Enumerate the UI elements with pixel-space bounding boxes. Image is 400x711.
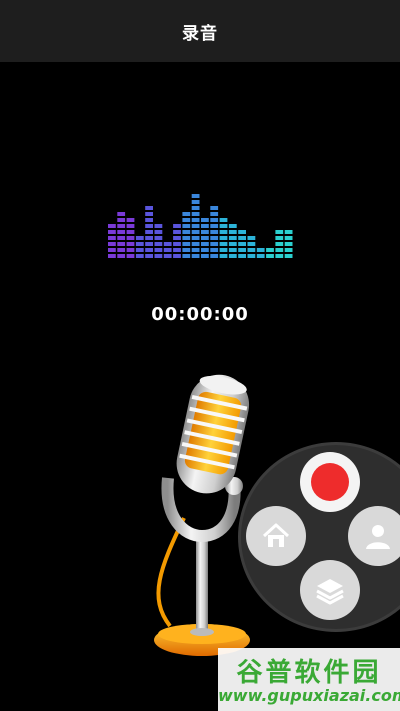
eq-bar — [256, 248, 265, 258]
recording-timer: 00:00:00 — [151, 304, 249, 325]
profile-button[interactable] — [348, 506, 400, 566]
eq-bar — [284, 230, 293, 258]
watermark: 谷普软件园 www.gupuxiazai.com — [218, 648, 400, 711]
home-icon — [262, 523, 290, 547]
eq-bar — [135, 236, 144, 258]
eq-bar — [275, 230, 284, 258]
eq-bar — [210, 206, 219, 258]
eq-bar — [247, 236, 256, 258]
eq-bar — [126, 218, 135, 258]
eq-bar — [173, 224, 181, 258]
eq-bar — [191, 194, 200, 258]
eq-bar — [145, 206, 153, 258]
eq-bar — [108, 224, 116, 258]
eq-bar — [266, 248, 274, 258]
eq-bar — [117, 212, 126, 258]
user-icon — [366, 525, 390, 549]
eq-bar — [219, 218, 228, 258]
record-icon — [311, 463, 349, 501]
audio-level-visualizer — [108, 194, 293, 258]
eq-bar — [201, 218, 209, 258]
eq-bar — [228, 224, 237, 258]
layers-icon — [316, 579, 344, 605]
record-button[interactable] — [300, 452, 360, 512]
watermark-brand: 谷普软件园 — [236, 658, 382, 688]
eq-bar — [182, 212, 191, 258]
home-button[interactable] — [246, 506, 306, 566]
radial-menu — [236, 442, 400, 632]
eq-bar — [238, 230, 246, 258]
watermark-url: www.gupuxiazai.com — [218, 686, 400, 705]
eq-bar — [154, 224, 163, 258]
title-bar: 录音 — [0, 0, 400, 62]
layers-button[interactable] — [300, 560, 360, 620]
page-title: 录音 — [182, 23, 218, 44]
eq-bar — [163, 242, 172, 258]
